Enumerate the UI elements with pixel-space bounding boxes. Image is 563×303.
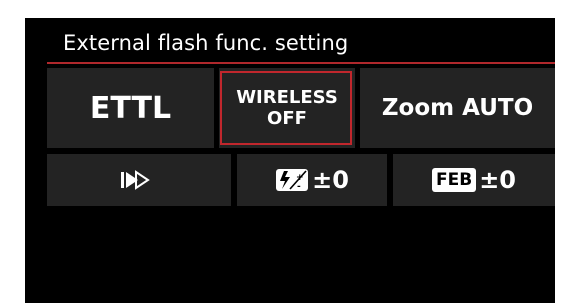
- zoom-value: Zoom AUTO: [381, 95, 534, 121]
- fec-value: ±0: [312, 166, 349, 194]
- flash-mode-cell[interactable]: ETTL: [47, 68, 214, 148]
- screen-title: External flash func. setting: [63, 31, 349, 55]
- camera-lcd-screen: External flash func. setting ETTL WIRELE…: [25, 18, 555, 303]
- high-speed-sync-icon: [121, 170, 150, 190]
- feb-badge: FEB: [432, 168, 477, 192]
- flash-exposure-comp-icon: + -: [276, 169, 309, 192]
- title-divider: [47, 62, 555, 64]
- svg-text:-: -: [297, 182, 301, 192]
- firing-mode-cell[interactable]: [47, 154, 231, 206]
- flash-mode-value: ETTL: [89, 90, 172, 126]
- feb-value: ±0: [479, 166, 516, 194]
- wireless-setting-cell[interactable]: WIRELESS OFF: [219, 68, 355, 148]
- feb-cell[interactable]: FEB ±0: [393, 154, 555, 206]
- flash-exposure-comp-cell[interactable]: + - ±0: [237, 154, 387, 206]
- wireless-label: WIRELESS: [236, 87, 338, 108]
- wireless-value: OFF: [267, 108, 307, 129]
- zoom-setting-cell[interactable]: Zoom AUTO: [360, 68, 555, 148]
